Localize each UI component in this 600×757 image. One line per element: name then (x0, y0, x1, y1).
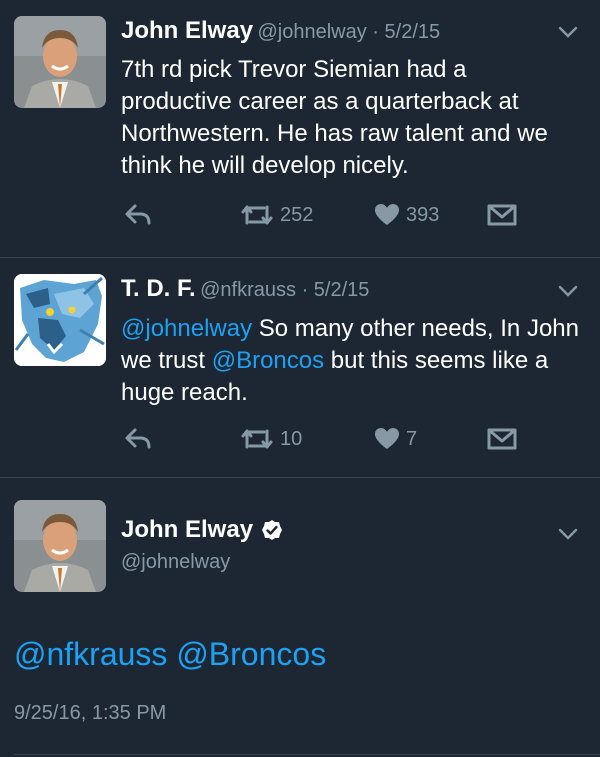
reply-icon (125, 428, 151, 449)
direct-message-button[interactable] (487, 427, 517, 451)
tweet-2[interactable]: T. D. F. @nfkrauss · 5/2/15 @johnelway S… (0, 258, 600, 478)
direct-message-icon (487, 428, 517, 450)
heart-icon (375, 428, 399, 449)
chevron-down-icon[interactable] (558, 26, 578, 38)
reply-button[interactable] (124, 427, 152, 449)
author-name[interactable]: T. D. F. (121, 275, 196, 302)
john-elway-avatar-image (14, 16, 106, 108)
separator: · (366, 21, 385, 43)
retweet-icon (241, 205, 273, 225)
mention-johnelway[interactable]: @johnelway (121, 315, 252, 342)
verified-icon (262, 520, 283, 540)
avatar[interactable] (14, 274, 106, 366)
tweet-date[interactable]: 5/2/15 (314, 279, 370, 301)
tweet-date[interactable]: 5/2/15 (385, 21, 441, 43)
tweet-1[interactable]: John Elway @johnelway · 5/2/15 7th rd pi… (0, 0, 600, 258)
chevron-down-icon[interactable] (558, 528, 578, 540)
author-handle[interactable]: @nfkrauss (200, 279, 296, 301)
like-button[interactable]: 7 (374, 427, 417, 451)
mention-broncos[interactable]: @Broncos (212, 347, 324, 374)
mention-nfkrauss[interactable]: @nfkrauss (14, 636, 167, 672)
chevron-down-icon[interactable] (558, 285, 578, 297)
retweet-button[interactable]: 252 (240, 203, 313, 227)
author-handle[interactable]: @johnelway (258, 21, 367, 43)
tweet-text: @johnelway So many other needs, In John … (121, 313, 581, 409)
retweet-count: 10 (280, 427, 303, 450)
mention-broncos[interactable]: @Broncos (176, 636, 326, 672)
tweet-text: @nfkrauss @Broncos (14, 636, 326, 673)
direct-message-icon (487, 204, 517, 226)
direct-message-button[interactable] (487, 203, 517, 227)
reply-button[interactable] (124, 203, 152, 225)
tweet-timestamp: 9/25/16, 1:35 PM (14, 702, 167, 724)
bronco-logo-avatar-image (14, 274, 106, 366)
avatar[interactable] (14, 500, 106, 592)
retweet-icon (241, 429, 273, 449)
retweet-count: 252 (280, 203, 314, 226)
tweet-text: 7th rd pick Trevor Siemian had a product… (121, 56, 548, 179)
john-elway-avatar-image (14, 500, 106, 592)
tweet-detail[interactable]: John Elway @johnelway @nfkrauss @Broncos… (0, 478, 600, 757)
author-name[interactable]: John Elway (121, 516, 253, 544)
author-name[interactable]: John Elway (121, 17, 253, 44)
like-count: 393 (406, 203, 440, 226)
author-handle[interactable]: @johnelway (121, 551, 230, 573)
like-button[interactable]: 393 (374, 203, 439, 227)
divider (14, 754, 600, 755)
reply-icon (125, 204, 151, 225)
retweet-button[interactable]: 10 (240, 427, 302, 451)
avatar[interactable] (14, 16, 106, 108)
separator: · (296, 279, 314, 301)
like-count: 7 (406, 427, 418, 450)
heart-icon (375, 204, 399, 225)
